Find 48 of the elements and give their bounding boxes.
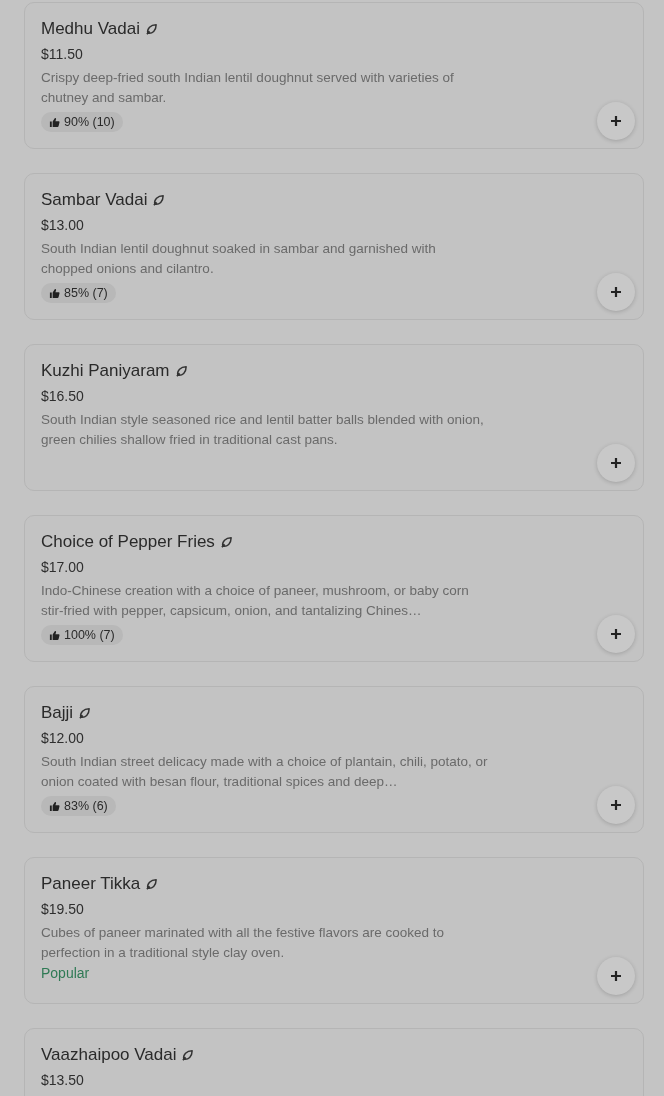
plus-icon [610,628,622,640]
rating-text: 90% (10) [64,115,115,129]
dish-description: Crispy deep-fried south Indian lentil doughnut served with varieties of chutney and sambar. [41,69,455,107]
thumbs-up-icon [49,287,60,299]
dish-name: Sambar Vadai [41,190,148,210]
menu-item-card[interactable]: Kuzhi Paniyaram $16.50 South Indian style seasoned rice and lentil batter balls blended with onion, green chilies shallow fried in traditional cast pans. [24,344,644,491]
rating-text: 85% (7) [64,286,108,300]
dish-description: South Indian street delicacy made with a choice of plantain, chili, potato, or onion coated with besan flour, traditional spices and deep… [41,753,489,791]
menu-item-card[interactable]: Paneer Tikka $19.50 Cubes of paneer marinated with all the festive flavors are cooked to perfection in a traditional style clay oven. Popular [24,857,644,1004]
dish-description: South Indian lentil doughnut soaked in sambar and garnished with chopped onions and cilantro. [41,240,437,278]
rating-text: 83% (6) [64,799,108,813]
dish-description: Cubes of paneer marinated with all the festive flavors are cooked to perfection in a traditional style clay oven. [41,924,445,962]
add-button[interactable] [597,444,635,482]
price: $17.00 [41,558,84,577]
price: $19.50 [41,900,84,919]
thumbs-up-icon [49,116,60,128]
dish-name: Choice of Pepper Fries [41,532,215,552]
dish-name: Paneer Tikka [41,874,141,894]
price: $12.00 [41,729,84,748]
menu-item-card[interactable]: Bajji $12.00 South Indian street delicacy made with a choice of plantain, chili, potato, or onion coated with besan flour, traditional spices and deep… 83% (6) [24,686,644,833]
add-button[interactable] [597,273,635,311]
add-button[interactable] [597,957,635,995]
menu-item-card[interactable]: Choice of Pepper Fries $17.00 Indo-Chinese creation with a choice of paneer, mushroom, or baby corn stir-fried with pepper, capsicum, onion, and tantalizing Chines… 100% (7) [24,515,644,662]
price: $13.50 [41,1071,84,1090]
dish-description: South Indian style seasoned rice and lentil batter balls blended with onion, green chilies shallow fried in traditional cast pans. [41,411,485,449]
dish-description: Indo-Chinese creation with a choice of paneer, mushroom, or baby corn stir-fried with pepper, capsicum, onion, and tantalizing Chines… [41,582,470,620]
popular-label: Popular [41,965,90,981]
menu-item-card[interactable]: Sambar Vadai $13.00 South Indian lentil doughnut soaked in sambar and garnished with chopped onions and cilantro. 85% (7) [24,173,644,320]
add-button[interactable] [597,615,635,653]
price: $11.50 [41,45,83,64]
plus-icon [610,970,622,982]
dish-name: Vaazhaipoo Vadai [41,1045,177,1065]
thumbs-up-icon [49,800,60,812]
menu-item-card[interactable]: Vaazhaipoo Vadai $13.50 [24,1028,644,1096]
plus-icon [610,457,622,469]
dish-name: Medhu Vadai [41,19,140,39]
add-button[interactable] [597,102,635,140]
add-button[interactable] [597,786,635,824]
price: $13.00 [41,216,84,235]
plus-icon [610,286,622,298]
plus-icon [610,799,622,811]
dish-name: Bajji [41,703,74,723]
rating-text: 100% (7) [64,628,115,642]
thumbs-up-icon [49,629,60,641]
price: $16.50 [41,387,84,406]
menu-item-card[interactable]: Medhu Vadai $11.50 Crispy deep-fried south Indian lentil doughnut served with varieties of chutney and sambar. 90% (10) [24,2,644,149]
plus-icon [610,115,622,127]
dish-name: Kuzhi Paniyaram [41,361,170,381]
